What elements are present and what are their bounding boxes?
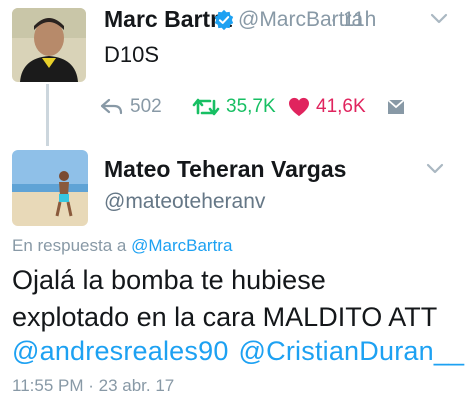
- relative-time: 11h: [342, 8, 377, 31]
- retweet-count: 35,7K: [226, 96, 276, 117]
- like-count: 41,6K: [316, 96, 366, 117]
- chevron-down-icon[interactable]: [430, 12, 448, 24]
- reply-author-handle[interactable]: @mateoteheranv: [104, 190, 265, 214]
- reply-button[interactable]: 502: [100, 94, 162, 120]
- thread-connector-line: [46, 84, 49, 146]
- avatar-mateo-teheran-vargas[interactable]: [12, 150, 88, 226]
- avatar-marc-bartra[interactable]: [12, 8, 86, 82]
- reply-icon: [100, 98, 123, 115]
- reply-text-line-2: explotado en la cara MALDITO ATT: [12, 302, 438, 332]
- reply-count: 502: [130, 96, 162, 117]
- retweet-button[interactable]: 35,7K: [192, 94, 276, 120]
- reply-text-line-1: Ojalá la bomba te hubiese: [12, 265, 326, 295]
- tweet-text: D10S: [104, 42, 160, 67]
- in-reply-to-label: En respuesta a: [12, 236, 127, 255]
- reply-author-name[interactable]: Mateo Teheran Vargas: [104, 156, 346, 183]
- reply-text: Ojalá la bomba te hubiese explotado en l…: [12, 262, 437, 336]
- mention-link-2[interactable]: @CristianDuran__: [239, 336, 465, 366]
- tweet-timestamp[interactable]: 11:55 PM · 23 abr. 17: [12, 376, 174, 396]
- direct-message-icon: [387, 99, 405, 114]
- retweet-icon: [192, 98, 220, 116]
- mention-link-1[interactable]: @andresreales90: [12, 336, 229, 366]
- time-separator: ·: [330, 8, 337, 31]
- like-button[interactable]: 41,6K: [288, 94, 366, 120]
- in-reply-to: En respuesta a @MarcBartra: [12, 236, 232, 256]
- heart-icon: [289, 97, 309, 117]
- tweet-time[interactable]: · 11h: [330, 8, 376, 32]
- chevron-down-icon[interactable]: [426, 162, 444, 174]
- verified-badge-icon: [213, 9, 235, 31]
- in-reply-to-handle-link[interactable]: @MarcBartra: [131, 236, 232, 255]
- direct-message-button[interactable]: [386, 94, 412, 120]
- reply-mentions: @andresreales90 @CristianDuran__: [12, 336, 468, 367]
